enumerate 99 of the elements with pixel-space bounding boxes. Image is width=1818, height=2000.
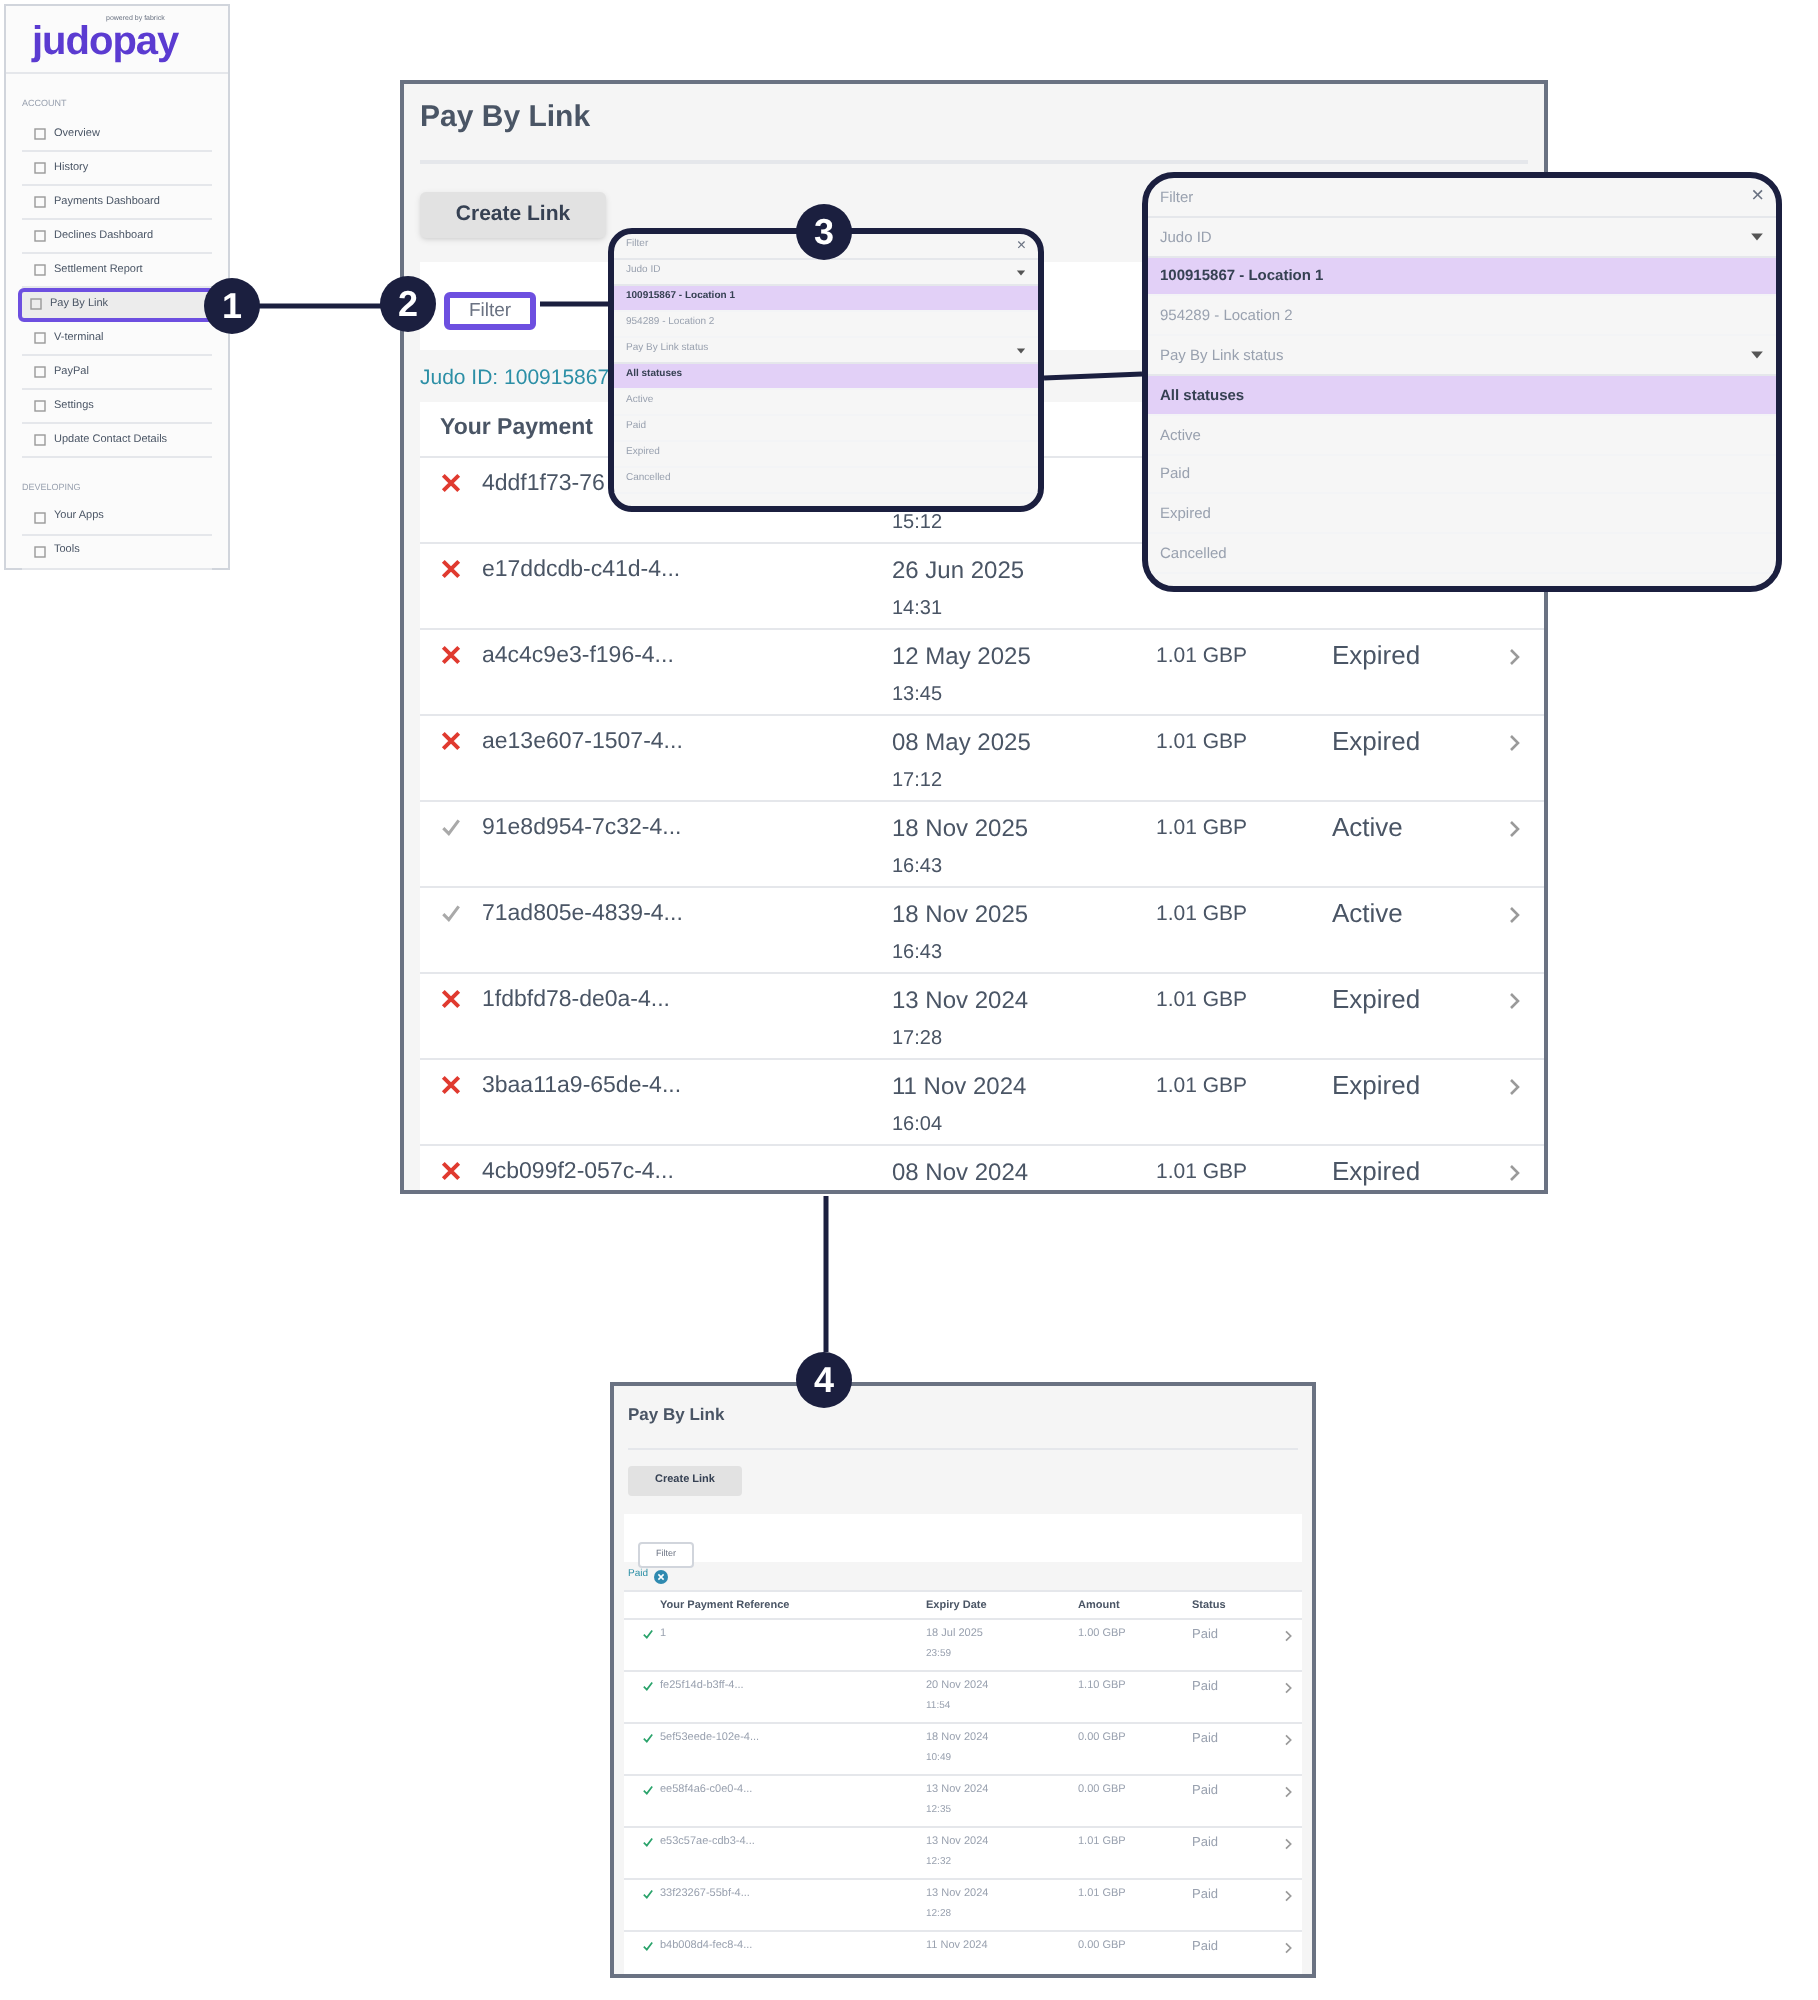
chevron-right-icon: [1284, 1942, 1292, 1955]
cross-icon: [440, 558, 462, 580]
expiry-date: 18 Nov 2025: [892, 814, 1029, 842]
amount-text: 1.01 GBP: [1156, 986, 1248, 1014]
expiry-time: 16:43: [892, 942, 943, 966]
chevron-right-icon: [1508, 734, 1520, 752]
expiry-date: 12 May 2025: [892, 642, 1031, 670]
close-button[interactable]: ×: [1751, 185, 1764, 208]
cross-icon: [440, 1074, 462, 1096]
chevron-right-icon: [1508, 992, 1520, 1010]
reference-text: e17ddcdb-c41d-4...: [482, 556, 681, 584]
square-icon: [34, 511, 46, 523]
expiry-date: 26 Jun 2025: [892, 556, 1025, 584]
remove-filter-icon: [654, 1569, 669, 1584]
step-number-badge: 4: [796, 1352, 852, 1408]
square-icon: [34, 161, 46, 174]
expiry-time: 17:28: [892, 1028, 943, 1052]
chevron-right-icon: [1284, 1734, 1292, 1747]
amount-text: 1.01 GBP: [1156, 642, 1248, 670]
expiry-time: 13:45: [892, 684, 943, 708]
status-text: Active: [1332, 900, 1403, 928]
column-header: Your Payment: [440, 413, 593, 444]
filter-button[interactable]: Filter: [444, 292, 536, 330]
caret-icon: [1750, 229, 1764, 244]
status-text: Expired: [1332, 728, 1421, 756]
reference-text: a4c4c9e3-f196-4...: [482, 642, 674, 670]
reference-text: 71ad805e-4839-4...: [482, 900, 683, 928]
expiry-time: 16:04: [892, 1114, 943, 1138]
square-icon: [34, 545, 46, 557]
check-icon: [642, 1628, 654, 1641]
chevron-right-icon: [1508, 906, 1520, 924]
status-text: Expired: [1332, 986, 1421, 1014]
page-title: Pay By Link: [628, 1402, 725, 1428]
step-number-badge: 1: [204, 278, 260, 334]
cross-icon: [440, 472, 462, 494]
status-text: Expired: [1332, 1158, 1421, 1186]
chevron-right-icon: [1508, 648, 1520, 666]
close-button[interactable]: ×: [1016, 238, 1026, 254]
page-title: Pay By Link: [420, 98, 591, 138]
status-text: Expired: [1332, 642, 1421, 670]
reference-text: 4ddf1f73-76: [482, 470, 605, 498]
chevron-right-icon: [1284, 1786, 1292, 1799]
create-link-button[interactable]: Create Link: [420, 192, 606, 238]
connector-line: [258, 303, 382, 309]
status-text: Expired: [1332, 1072, 1421, 1100]
check-icon: [642, 1888, 654, 1901]
amount-text: 1.01 GBP: [1156, 1158, 1248, 1186]
chevron-right-icon: [1284, 1682, 1292, 1695]
chevron-right-icon: [1508, 1164, 1520, 1182]
square-icon: [34, 229, 46, 242]
chevron-right-icon: [1284, 1630, 1292, 1643]
expiry-time: 15:12: [892, 512, 943, 536]
chevron-right-icon: [1284, 1838, 1292, 1851]
expiry-date: 11 Nov 2024: [892, 1072, 1027, 1100]
caret-icon: [1016, 267, 1026, 277]
square-icon: [34, 365, 46, 378]
check-icon: [440, 902, 462, 924]
chevron-right-icon: [1508, 1078, 1520, 1096]
judo-id-label: Judo ID: 100915867: [420, 364, 610, 394]
check-icon: [642, 1732, 654, 1745]
check-icon: [440, 816, 462, 838]
square-icon: [34, 263, 46, 276]
judopay-logo: judopay: [32, 22, 179, 62]
expiry-time: 16:43: [892, 856, 943, 880]
reference-text: 3baa11a9-65de-4...: [482, 1072, 682, 1100]
chevron-right-icon: [1284, 1890, 1292, 1903]
expiry-date: 08 Nov 2024: [892, 1158, 1029, 1186]
check-icon: [642, 1940, 654, 1953]
check-icon: [642, 1836, 654, 1849]
amount-text: 1.01 GBP: [1156, 728, 1248, 756]
check-icon: [642, 1784, 654, 1797]
cross-icon: [440, 1160, 462, 1182]
cross-icon: [440, 644, 462, 666]
square-icon: [34, 195, 46, 208]
square-icon: [30, 298, 42, 311]
caret-icon: [1750, 348, 1764, 363]
square-icon: [34, 127, 46, 140]
reference-text: 91e8d954-7c32-4...: [482, 814, 682, 842]
step-number-badge: 2: [380, 276, 436, 332]
cross-icon: [440, 730, 462, 752]
expiry-time: 14:31: [892, 598, 943, 622]
expiry-date: 13 Nov 2024: [892, 986, 1029, 1014]
check-icon: [642, 1680, 654, 1693]
square-icon: [34, 433, 46, 446]
expiry-time: 17:12: [892, 770, 943, 794]
square-icon: [34, 399, 46, 412]
amount-text: 1.01 GBP: [1156, 1072, 1248, 1100]
cross-icon: [440, 988, 462, 1010]
chevron-right-icon: [1508, 820, 1520, 838]
status-text: Active: [1332, 814, 1403, 842]
reference-text: 4cb099f2-057c-4...: [482, 1158, 674, 1186]
amount-text: 1.01 GBP: [1156, 814, 1248, 842]
square-icon: [34, 331, 46, 344]
expiry-date: 18 Nov 2025: [892, 900, 1029, 928]
caret-icon: [1016, 345, 1026, 355]
amount-text: 1.01 GBP: [1156, 900, 1248, 928]
reference-text: 1fdbfd78-de0a-4...: [482, 986, 670, 1014]
reference-text: ae13e607-1507-4...: [482, 728, 683, 756]
expiry-date: 08 May 2025: [892, 728, 1031, 756]
